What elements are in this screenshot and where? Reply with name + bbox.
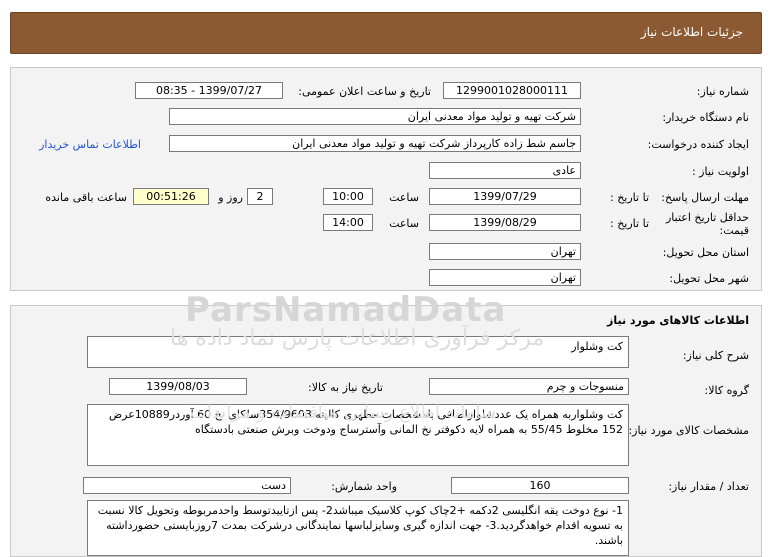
buyer-label: نام دستگاه خریدار: — [662, 111, 749, 124]
buyer-field: شرکت تهیه و تولید مواد معدنی ایران — [169, 108, 581, 125]
watermark-line-1: مرکز فرآوری اطلاعات پارس نماد داده ها — [170, 326, 545, 351]
announce-label: تاریخ و ساعت اعلان عمومی: — [298, 85, 431, 98]
validity-label-2: قیمت: — [719, 224, 749, 237]
deadline-date-field: 1399/07/29 — [429, 188, 581, 205]
qty-label: تعداد / مقدار نیاز: — [668, 480, 749, 493]
city-label: شهر محل تحویل: — [669, 272, 749, 285]
spec-label: مشخصات کالای مورد نیاز: — [628, 424, 749, 437]
validity-time-label: ساعت — [389, 217, 419, 230]
unit-label: واحد شمارش: — [331, 480, 397, 493]
page-header: جزئیات اطلاعات نیاز — [10, 12, 762, 54]
group-field: منسوجات و چرم — [429, 378, 629, 395]
validity-to-date-label: تا تاریخ : — [610, 217, 649, 230]
creator-label: ایجاد کننده درخواست: — [647, 138, 749, 151]
watermark-line-2: سامانه اطلاع رسانی مناقصات و مزایدات — [190, 402, 496, 423]
deadline-time-label: ساعت — [389, 191, 419, 204]
priority-field: عادی — [429, 162, 581, 179]
buyer-contact-link[interactable]: اطلاعات تماس خریدار — [39, 138, 141, 151]
need-number-label: شماره نیاز: — [696, 85, 749, 98]
remaining-label: ساعت باقی مانده — [45, 191, 127, 204]
watermark-brand: ParsNamadData — [185, 290, 507, 330]
group-label: گروه کالا: — [704, 384, 749, 397]
priority-label: اولویت نیاز : — [691, 165, 749, 178]
province-label: استان محل تحویل: — [662, 246, 749, 259]
need-date-field: 1399/08/03 — [109, 378, 247, 395]
validity-time-field: 14:00 — [323, 214, 373, 231]
goods-section-title: اطلاعات کالاهای مورد نیاز — [607, 314, 749, 327]
notes-field: 1- نوع دوخت یقه انگلیسی 2دکمه +2چاک کوپ … — [87, 500, 629, 556]
deadline-to-date-label: تا تاریخ : — [610, 191, 649, 204]
remaining-time-field: 00:51:26 — [133, 188, 209, 205]
summary-label: شرح کلی نیاز: — [682, 349, 749, 362]
qty-field: 160 — [451, 477, 629, 494]
deadline-time-field: 10:00 — [323, 188, 373, 205]
need-date-label: تاریخ نیاز به کالا: — [308, 381, 383, 394]
city-field: تهران — [429, 269, 581, 286]
province-field: تهران — [429, 243, 581, 260]
need-number-field: 1299001028000111 — [443, 82, 581, 99]
days-field: 2 — [247, 188, 273, 205]
need-details-panel: شماره نیاز: 1299001028000111 تاریخ و ساع… — [10, 67, 762, 291]
days-label: روز و — [218, 191, 243, 204]
deadline-label: مهلت ارسال پاسخ: — [661, 191, 749, 204]
announce-field: 1399/07/27 - 08:35 — [135, 82, 283, 99]
validity-date-field: 1399/08/29 — [429, 214, 581, 231]
unit-field: دست — [83, 477, 291, 494]
page-title: جزئیات اطلاعات نیاز — [640, 25, 743, 39]
creator-field: جاسم شط زاده کارپرداز شرکت تهیه و تولید … — [169, 135, 581, 152]
validity-label: حداقل تاریخ اعتبار — [665, 211, 749, 224]
